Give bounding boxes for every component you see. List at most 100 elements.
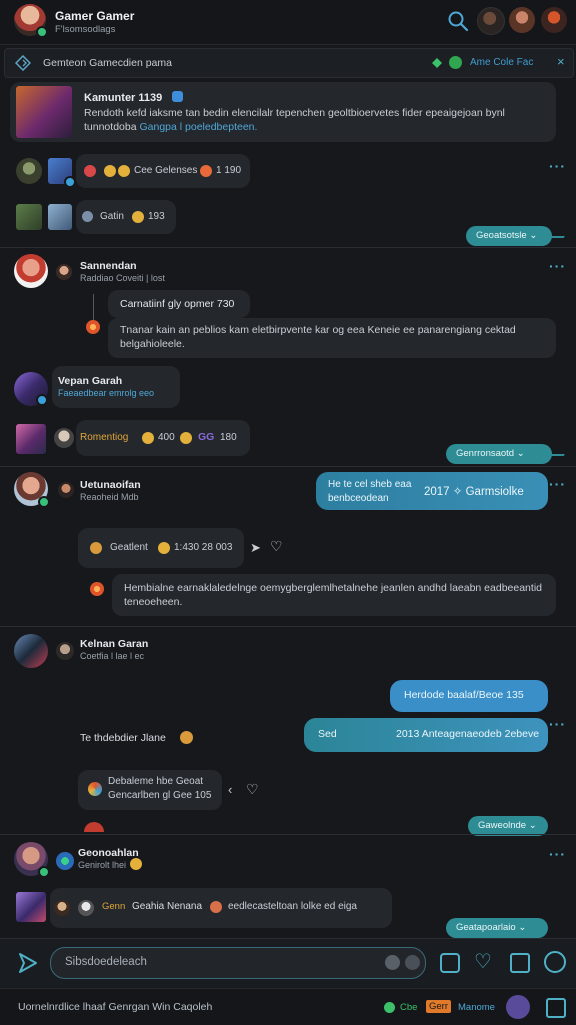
header-subtitle: F'lsomsodlags xyxy=(55,24,116,35)
online-status-icon xyxy=(36,394,48,406)
more-options-icon[interactable]: ··· xyxy=(549,258,566,274)
app-switcher-icon[interactable] xyxy=(506,995,530,1019)
user-name[interactable]: Sannendan xyxy=(80,260,137,272)
small-avatar xyxy=(56,642,74,660)
user-name[interactable]: Kelnan Garan xyxy=(80,638,148,650)
user-avatar[interactable] xyxy=(16,158,42,184)
game-card-line: Debaleme hbe Geoat xyxy=(108,776,204,787)
chevron-down-icon: ⌄ xyxy=(528,820,537,831)
status-bar: Uornelnrdlice lhaaf Genrgan Win Caqoleh … xyxy=(0,988,576,1025)
message-bubble: Hembialne earnaklaledelnge oemygbergleml… xyxy=(112,574,556,616)
message-bubble: Tnanar kain an peblios kam eletbirpvente… xyxy=(108,318,556,358)
channel-label[interactable]: Cbe xyxy=(400,1002,417,1013)
small-avatar xyxy=(54,900,70,916)
fire-icon xyxy=(86,320,100,334)
laugh-emoji-icon[interactable] xyxy=(118,165,130,177)
user-link[interactable]: Faeaedbear emrolg eeo xyxy=(58,388,154,398)
emoji-icon[interactable] xyxy=(385,955,400,970)
header-title: Gamer Gamer xyxy=(55,9,135,23)
smile-emoji-icon[interactable] xyxy=(132,211,144,223)
channel-label[interactable]: Manome xyxy=(458,1002,495,1013)
banner-text: Gemteon Gamecdien pama xyxy=(43,57,172,69)
more-options-icon[interactable]: ··· xyxy=(549,716,566,732)
message-text: Herdode baalaf/Beoe 135 xyxy=(404,689,524,701)
game-card[interactable]: Debaleme hbe Geoat Gencarlben gl Gee 105 xyxy=(78,770,222,810)
heart-icon[interactable]: ♡ xyxy=(246,781,259,798)
game-icon xyxy=(88,782,102,796)
attach-icon[interactable] xyxy=(405,955,420,970)
reaction-label: Romentiog xyxy=(80,432,129,443)
card-title: Carnatiinf gly opmer 730 xyxy=(120,298,235,310)
globe-icon[interactable] xyxy=(82,211,93,222)
thread-divider xyxy=(0,466,576,467)
game-thumbnail[interactable] xyxy=(16,86,72,138)
close-icon[interactable]: × xyxy=(557,54,565,69)
user-name[interactable]: Vepan Garah xyxy=(58,375,122,387)
mention-icon[interactable] xyxy=(544,951,566,973)
reply-icon[interactable]: ‹ xyxy=(228,782,232,797)
more-options-icon[interactable]: ··· xyxy=(549,846,566,862)
lion-emoji-icon[interactable] xyxy=(90,542,102,554)
outgoing-message: Sed 2013 Anteagenaeodeb 2ebeve xyxy=(304,718,548,752)
thread-divider xyxy=(0,834,576,835)
user-avatar[interactable] xyxy=(14,634,48,668)
gold-label: Genn xyxy=(102,901,126,912)
smile-emoji-icon[interactable] xyxy=(104,165,116,177)
more-options-icon[interactable]: ··· xyxy=(549,476,566,492)
reaction-emoji-icon[interactable] xyxy=(180,731,193,744)
user-name[interactable]: Uetunaoifan xyxy=(80,479,141,491)
small-avatar xyxy=(56,264,72,280)
reaction-bar: Geatlent 1:430 28 003 xyxy=(78,528,244,568)
smile-emoji-icon[interactable] xyxy=(142,432,154,444)
user-card: Vepan Garah Faeaedbear emrolg eeo xyxy=(52,366,180,408)
channel-label[interactable]: Gerr xyxy=(426,1000,451,1013)
message-line: He te cel sheb eaa xyxy=(328,479,412,490)
member-avatar-1[interactable] xyxy=(477,7,505,35)
status-text: Uornelnrdlice lhaaf Genrgan Win Caqoleh xyxy=(18,1001,213,1013)
message-text: eedlecasteltoan lolke ed eiga xyxy=(228,901,357,912)
reaction-count: 193 xyxy=(148,211,165,222)
new-messages-pill[interactable]: Gaweolnde ⌄ xyxy=(468,816,548,836)
thread-line xyxy=(93,294,94,320)
game-thumbnail[interactable] xyxy=(16,424,46,454)
smile-emoji-icon[interactable] xyxy=(158,542,170,554)
message-text: Tnanar kain an peblios kam eletbirpvente… xyxy=(120,324,516,350)
smile-emoji-icon[interactable] xyxy=(130,858,142,870)
card-text: Rendoth kefd iaksme tan bedin elencilalr… xyxy=(84,107,505,133)
chevron-down-icon: ⌄ xyxy=(518,922,527,933)
game-thumbnail[interactable] xyxy=(16,204,42,230)
card-link[interactable]: Gangpa l poeledbepteen. xyxy=(139,121,257,133)
message-input[interactable]: Sibsdoedeleach xyxy=(50,947,426,979)
game-thumbnail[interactable] xyxy=(48,204,72,230)
send-icon[interactable]: ➤ xyxy=(250,540,261,556)
laugh-emoji-icon[interactable] xyxy=(180,432,192,444)
channel-icon xyxy=(15,55,31,71)
fire-emoji-icon[interactable] xyxy=(84,165,96,177)
small-avatar xyxy=(84,822,104,832)
card-title-bubble: Carnatiinf gly opmer 730 xyxy=(108,290,250,318)
pill-tail-icon xyxy=(549,230,569,238)
member-avatar-3[interactable] xyxy=(541,7,567,33)
member-avatar-2[interactable] xyxy=(509,7,535,33)
channel-banner[interactable]: Gemteon Gamecdien pama Ame Cole Fac × xyxy=(4,48,574,78)
new-messages-pill[interactable]: Geoatsotsle ⌄ xyxy=(466,226,552,246)
reaction-bar: Cee Gelenses 1 190 xyxy=(76,154,250,188)
reaction-emoji-icon[interactable] xyxy=(210,901,222,913)
send-arrow-icon[interactable] xyxy=(16,951,40,975)
more-options-icon[interactable]: ··· xyxy=(549,158,566,174)
heart-icon[interactable]: ♡ xyxy=(270,538,283,555)
reaction-bar: Gatin 193 xyxy=(76,200,176,234)
heart-emoji-icon[interactable] xyxy=(200,165,212,177)
user-name[interactable]: Geonoahlan xyxy=(78,847,139,859)
grid-icon[interactable] xyxy=(546,998,566,1018)
new-messages-pill[interactable]: Geatapoarlaio ⌄ xyxy=(446,918,548,938)
gif-icon[interactable] xyxy=(510,953,530,973)
new-messages-pill[interactable]: Genrronsaotd ⌄ xyxy=(446,444,552,464)
reaction-label: Cee Gelenses xyxy=(134,165,198,176)
game-thumbnail[interactable] xyxy=(16,892,46,922)
search-icon[interactable] xyxy=(447,10,469,32)
heart-icon[interactable]: ♡ xyxy=(474,949,492,974)
user-avatar[interactable] xyxy=(14,254,48,288)
game-card-line: Gencarlben gl Gee 105 xyxy=(108,790,212,801)
sticker-icon[interactable] xyxy=(440,953,460,973)
